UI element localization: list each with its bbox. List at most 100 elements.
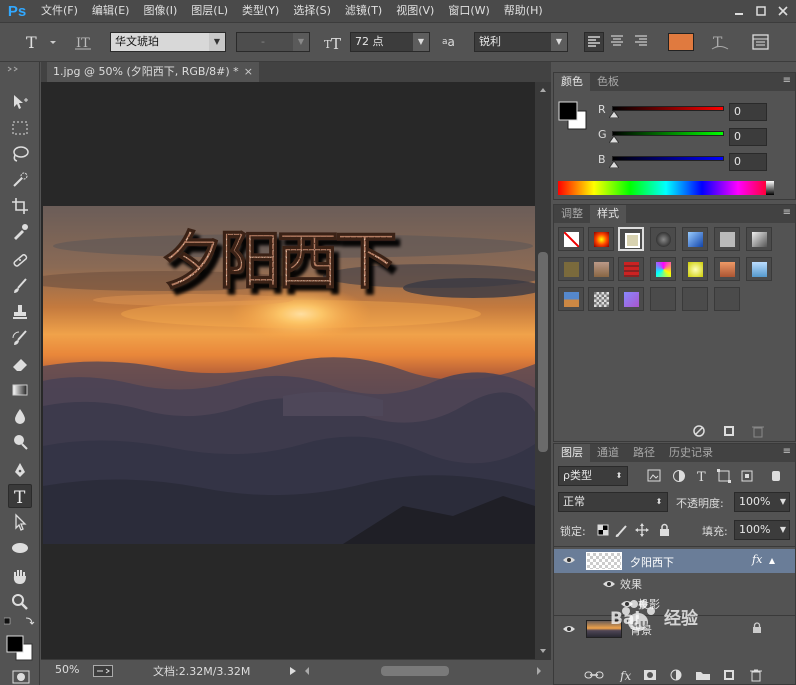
style-item[interactable] <box>588 257 614 281</box>
menu-image[interactable]: 图像(I) <box>136 0 184 22</box>
style-item[interactable] <box>558 287 584 311</box>
style-item-selected[interactable] <box>618 227 644 251</box>
text-color-swatch[interactable] <box>668 33 694 51</box>
lasso-tool[interactable] <box>8 142 32 166</box>
layer-row-text[interactable]: 夕阳西下 fx <box>554 549 795 573</box>
maximize-button[interactable] <box>752 2 770 19</box>
menu-select[interactable]: 选择(S) <box>286 0 338 22</box>
horizontal-scrollbar[interactable] <box>301 664 549 678</box>
new-style-icon[interactable] <box>724 426 734 436</box>
align-center-button[interactable] <box>608 32 628 52</box>
slider-handle-icon[interactable] <box>609 161 619 168</box>
dodge-tool[interactable] <box>8 430 32 454</box>
delete-layer-icon[interactable] <box>750 669 762 682</box>
filter-smart-object-icon[interactable] <box>741 470 753 482</box>
document-tab[interactable]: 1.jpg @ 50% (夕阳西下, RGB/8#) * × <box>47 62 259 82</box>
layer-name[interactable]: 夕阳西下 <box>630 554 674 570</box>
style-item[interactable] <box>588 287 614 311</box>
shape-tool[interactable] <box>8 536 32 560</box>
panel-menu-icon[interactable]: ≡ <box>783 75 791 86</box>
menu-type[interactable]: 类型(Y) <box>235 0 286 22</box>
add-style-icon[interactable]: fx <box>619 669 631 682</box>
style-item[interactable] <box>682 257 708 281</box>
style-item[interactable] <box>746 257 772 281</box>
tab-history[interactable]: 历史记录 <box>662 444 720 462</box>
toolbox-collapse-icon[interactable] <box>6 66 34 72</box>
tab-adjustments[interactable]: 调整 <box>554 205 590 223</box>
layer-filter-select[interactable]: ρ类型 ⬍ <box>558 466 628 486</box>
channel-g-slider[interactable] <box>612 131 724 136</box>
clone-stamp-tool[interactable] <box>8 300 32 324</box>
font-family-select[interactable]: 华文琥珀 ▼ <box>110 32 226 52</box>
new-adjustment-icon[interactable] <box>670 669 682 681</box>
crop-tool[interactable] <box>8 194 32 218</box>
slider-handle-icon[interactable] <box>609 111 619 118</box>
toggle-orientation-button[interactable]: IT <box>72 32 96 52</box>
align-left-button[interactable] <box>584 32 604 52</box>
filter-toggle-icon[interactable] <box>772 471 780 481</box>
filter-type-icon[interactable]: T <box>697 470 706 484</box>
character-panel-button[interactable] <box>750 32 772 52</box>
opacity-input[interactable]: 100% ▼ <box>734 492 790 512</box>
tab-color[interactable]: 颜色 <box>554 73 590 91</box>
collapse-effects-icon[interactable] <box>768 557 776 565</box>
tool-preset-picker[interactable]: T <box>22 32 60 52</box>
status-menu-arrow-icon[interactable] <box>289 666 297 676</box>
style-item[interactable] <box>650 227 676 251</box>
style-item[interactable] <box>618 287 644 311</box>
style-item[interactable] <box>618 257 644 281</box>
menu-layer[interactable]: 图层(L) <box>184 0 235 22</box>
healing-brush-tool[interactable] <box>8 248 32 272</box>
lock-pixels-icon[interactable] <box>615 525 627 537</box>
fg-bg-color-icon[interactable] <box>558 101 590 133</box>
panel-menu-icon[interactable]: ≡ <box>783 207 791 218</box>
pen-tool[interactable] <box>8 458 32 482</box>
filter-pixel-icon[interactable] <box>647 469 661 482</box>
channel-g-input[interactable]: 0 <box>729 128 767 146</box>
eye-icon[interactable] <box>602 577 616 591</box>
channel-r-slider[interactable] <box>612 106 724 111</box>
quick-select-tool[interactable] <box>8 168 32 192</box>
filter-shape-icon[interactable] <box>717 469 731 483</box>
tab-channels[interactable]: 通道 <box>590 444 626 462</box>
canvas-text-layer[interactable]: 夕阳西下 <box>160 223 399 297</box>
style-item[interactable] <box>558 257 584 281</box>
tab-swatches[interactable]: 色板 <box>590 73 626 91</box>
style-item[interactable] <box>714 287 740 311</box>
new-layer-icon[interactable] <box>724 670 734 680</box>
add-mask-icon[interactable] <box>644 670 656 680</box>
clear-style-icon[interactable] <box>693 425 705 437</box>
style-none[interactable] <box>558 227 584 251</box>
channel-r-input[interactable]: 0 <box>729 103 767 121</box>
eye-icon[interactable] <box>562 622 576 636</box>
move-tool[interactable] <box>8 90 32 114</box>
hand-tool[interactable] <box>8 564 32 588</box>
path-select-tool[interactable] <box>8 510 32 534</box>
color-picker-swatches[interactable] <box>4 616 36 666</box>
status-export-icon[interactable] <box>93 665 113 677</box>
warp-text-button[interactable]: T <box>708 32 732 52</box>
tab-paths[interactable]: 路径 <box>626 444 662 462</box>
quick-mask-icon[interactable] <box>12 670 30 684</box>
brush-tool[interactable] <box>8 274 32 298</box>
marquee-tool[interactable] <box>8 116 32 140</box>
link-layers-icon[interactable] <box>584 671 604 679</box>
fill-input[interactable]: 100% ▼ <box>734 520 790 540</box>
lock-position-icon[interactable] <box>635 523 649 537</box>
tab-styles[interactable]: 样式 <box>590 205 626 223</box>
menu-filter[interactable]: 滤镜(T) <box>338 0 389 22</box>
style-item[interactable] <box>714 257 740 281</box>
zoom-tool[interactable] <box>8 590 32 614</box>
type-tool[interactable]: T <box>8 484 32 508</box>
style-item[interactable] <box>682 287 708 311</box>
history-brush-tool[interactable] <box>8 326 32 350</box>
filter-adjustment-icon[interactable] <box>673 470 685 482</box>
font-style-select[interactable]: - ▼ <box>236 32 310 52</box>
fx-badge[interactable]: fx <box>752 553 762 566</box>
style-item[interactable] <box>682 227 708 251</box>
eyedropper-tool[interactable] <box>8 220 32 244</box>
menu-view[interactable]: 视图(V) <box>389 0 441 22</box>
align-right-button[interactable] <box>632 32 652 52</box>
gradient-tool[interactable] <box>8 378 32 402</box>
spectrum-bw-strip[interactable] <box>766 181 774 195</box>
